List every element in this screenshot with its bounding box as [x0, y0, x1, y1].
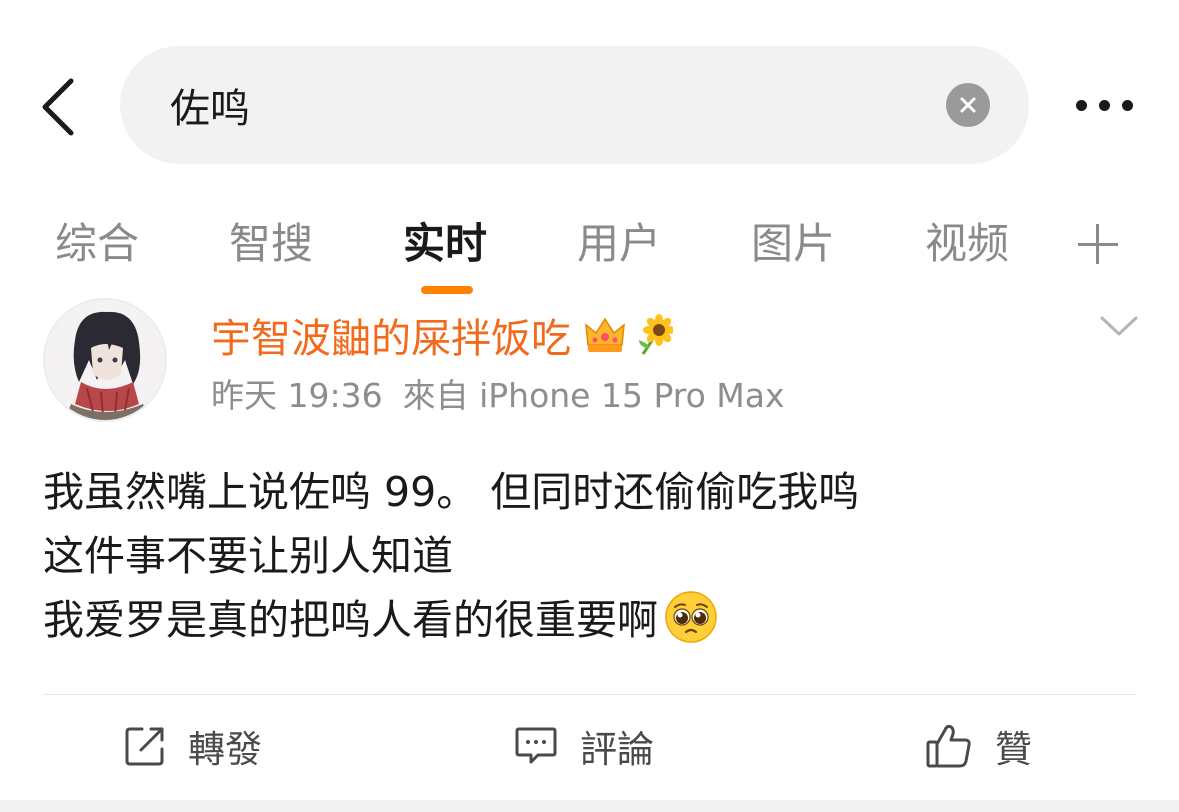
repost-icon	[125, 727, 164, 766]
search-tabs: 综合 智搜 实时 用户 图片 视频	[0, 200, 1179, 300]
like-label: 贊	[995, 728, 1032, 771]
post-text-line: 这件事不要让别人知道	[43, 532, 453, 580]
like-button[interactable]: 贊	[925, 718, 1032, 774]
post-author-row: 宇智波鼬的屎拌饭吃	[211, 306, 675, 364]
tab-videos[interactable]: 视频	[925, 214, 1009, 274]
tab-users[interactable]: 用户	[577, 214, 661, 274]
search-header	[0, 0, 1179, 190]
crown-icon[interactable]	[583, 313, 627, 357]
tab-realtime[interactable]: 实时	[403, 214, 487, 274]
sunflower-icon[interactable]	[631, 313, 675, 357]
post-meta: 昨天 19:36 來自 iPhone 15 Pro Max	[211, 374, 785, 418]
tab-smart-search[interactable]: 智搜	[229, 214, 313, 274]
clear-circle-icon	[960, 97, 976, 113]
clear-search-button[interactable]	[946, 83, 990, 127]
tab-comprehensive[interactable]: 综合	[55, 214, 139, 274]
chevron-left-icon	[42, 78, 74, 136]
search-input[interactable]	[170, 46, 930, 164]
thumbs-up-icon	[926, 724, 971, 768]
more-options-button[interactable]	[1062, 82, 1146, 128]
post-text[interactable]: 我虽然嘴上说佐鸣 99。 但同时还偷偷吃我鸣 这件事不要让别人知道 我爱罗是真的…	[43, 460, 1133, 652]
post-source[interactable]: 來自 iPhone 15 Pro Max	[403, 376, 785, 415]
comment-icon	[515, 727, 557, 764]
pleading-face-icon	[665, 591, 717, 643]
post-text-line-content: 我爱罗是真的把鸣人看的很重要啊	[43, 596, 658, 644]
comment-label: 評論	[580, 728, 654, 771]
post-divider	[43, 694, 1137, 695]
post-text-line: 我虽然嘴上说佐鸣 99。 但同时还偷偷吃我鸣	[43, 468, 860, 516]
plus-icon[interactable]	[1074, 216, 1122, 272]
active-tab-indicator	[421, 286, 473, 294]
more-dots-icon	[1075, 99, 1087, 111]
post-text-line-last: 我爱罗是真的把鸣人看的很重要啊	[43, 588, 1133, 652]
search-box[interactable]	[120, 46, 1029, 164]
avatar[interactable]	[43, 298, 167, 422]
avatar-image	[45, 300, 165, 420]
chevron-down-icon	[1100, 316, 1138, 336]
post-action-bar: 轉發 評論 贊	[0, 696, 1179, 800]
post-time: 昨天 19:36	[211, 376, 383, 415]
post-options-button[interactable]	[1096, 308, 1142, 344]
back-button[interactable]	[22, 62, 92, 152]
feed-separator	[0, 800, 1179, 812]
tab-images[interactable]: 图片	[751, 214, 835, 274]
comment-button[interactable]: 評論	[514, 718, 654, 774]
repost-button[interactable]: 轉發	[124, 718, 262, 774]
username[interactable]: 宇智波鼬的屎拌饭吃	[211, 306, 571, 364]
repost-label: 轉發	[188, 728, 262, 771]
